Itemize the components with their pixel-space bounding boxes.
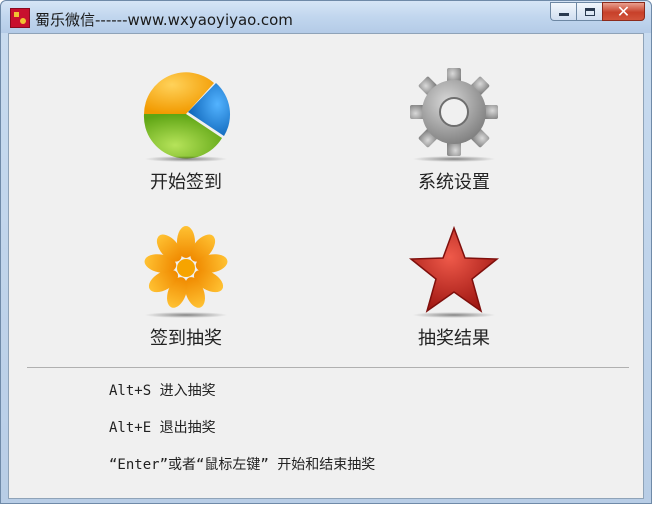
hint-start-stop: “Enter”或者“鼠标左键” 开始和结束抽奖 — [109, 457, 376, 473]
hint-exit-lottery: Alt+E 退出抽奖 — [109, 420, 216, 436]
main-panel: 开始签到 系统设置 签到抽奖 抽奖结果 Alt+S 进入抽奖 Alt+E 退出抽… — [8, 33, 644, 499]
signin-lottery-button[interactable]: 签到抽奖 — [111, 222, 261, 350]
start-signin-button[interactable]: 开始签到 — [111, 66, 261, 194]
maximize-button[interactable] — [576, 2, 602, 21]
maximize-icon — [584, 7, 595, 16]
divider — [27, 367, 629, 368]
window-controls: ✕ — [550, 2, 645, 22]
tile-label: 系统设置 — [418, 172, 490, 193]
pie-chart-icon — [136, 66, 236, 166]
title-bar[interactable]: 蜀乐微信------www.wxyaoyiyao.com ✕ — [1, 1, 651, 33]
tile-label: 抽奖结果 — [418, 328, 490, 349]
minimize-button[interactable] — [550, 2, 576, 21]
app-window: 蜀乐微信------www.wxyaoyiyao.com ✕ 开始签到 系统设置… — [0, 0, 652, 504]
close-icon: ✕ — [616, 1, 631, 21]
window-title: 蜀乐微信------www.wxyaoyiyao.com — [35, 11, 293, 29]
tile-label: 签到抽奖 — [150, 328, 222, 349]
flower-icon — [136, 222, 236, 322]
lottery-results-button[interactable]: 抽奖结果 — [379, 222, 529, 350]
app-logo-icon — [10, 8, 30, 28]
system-settings-button[interactable]: 系统设置 — [379, 66, 529, 194]
gear-icon — [404, 66, 504, 166]
minimize-icon — [558, 13, 569, 16]
hint-enter-lottery: Alt+S 进入抽奖 — [109, 383, 216, 399]
tile-label: 开始签到 — [150, 172, 222, 193]
close-button[interactable]: ✕ — [602, 2, 645, 21]
star-icon — [404, 222, 504, 322]
